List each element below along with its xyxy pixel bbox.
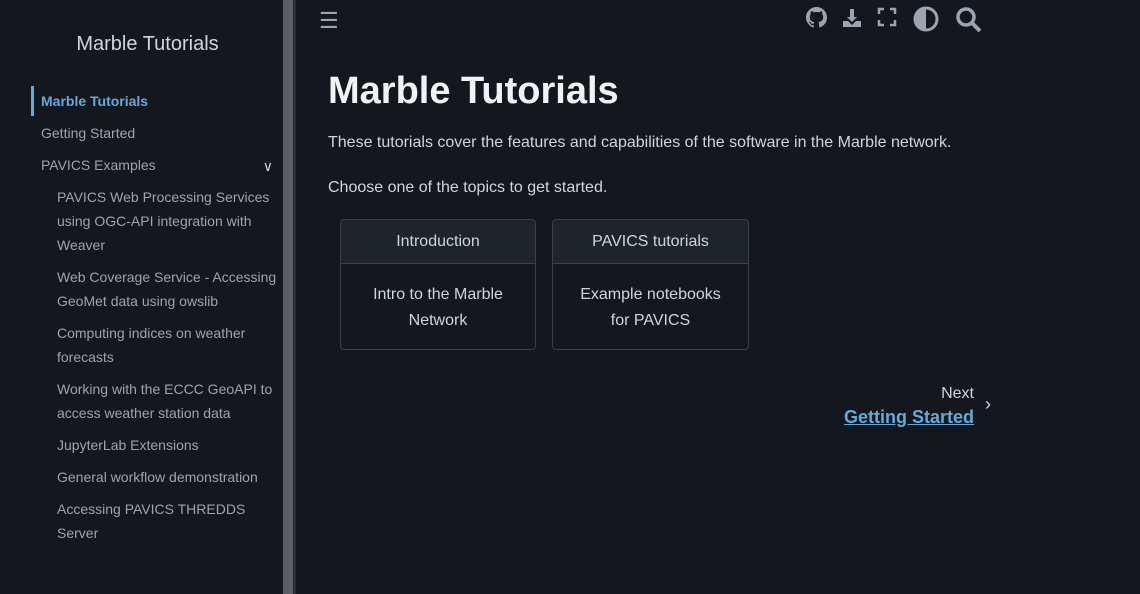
sidebar-nav: Marble Tutorials Getting Started PAVICS …	[31, 86, 283, 553]
card-body: Example notebooks for PAVICS	[580, 286, 721, 329]
search-icon[interactable]	[955, 6, 982, 33]
chevron-right-icon[interactable]: ›	[985, 394, 991, 415]
next-link[interactable]: Getting Started	[844, 407, 974, 428]
card-body: Intro to the Marble Network	[373, 286, 503, 329]
github-icon[interactable]	[806, 7, 827, 28]
theme-toggle-icon[interactable]	[913, 6, 939, 32]
chevron-down-icon[interactable]: ∨	[263, 154, 273, 178]
sidebar-title[interactable]: Marble Tutorials	[0, 33, 295, 56]
card-introduction[interactable]: Introduction Intro to the Marble Network	[340, 219, 536, 350]
card-header: PAVICS tutorials	[553, 220, 748, 264]
sidebar-subitem[interactable]: General workflow demonstration	[31, 465, 283, 489]
fullscreen-icon[interactable]	[877, 7, 897, 27]
sidebar-item-marble-tutorials[interactable]: Marble Tutorials	[31, 86, 283, 116]
sidebar: Marble Tutorials Marble Tutorials Gettin…	[0, 0, 283, 594]
sidebar-subitem[interactable]: Web Coverage Service - Accessing GeoMet …	[31, 265, 283, 313]
intro-text: These tutorials cover the features and c…	[328, 134, 952, 151]
card-header: Introduction	[341, 220, 535, 264]
download-icon[interactable]	[841, 7, 863, 29]
next-label: Next	[941, 385, 974, 402]
card-pavics-tutorials[interactable]: PAVICS tutorials Example notebooks for P…	[552, 219, 749, 350]
choose-text: Choose one of the topics to get started.	[328, 179, 608, 196]
sidebar-subitem[interactable]: Working with the ECCC GeoAPI to access w…	[31, 377, 283, 425]
sidebar-subitem[interactable]: JupyterLab Extensions	[31, 433, 283, 457]
sidebar-divider	[293, 0, 296, 594]
page-title: Marble Tutorials	[328, 70, 619, 112]
sidebar-item-getting-started[interactable]: Getting Started	[31, 121, 283, 145]
sidebar-item-label: PAVICS Examples	[41, 157, 156, 173]
sidebar-subitem[interactable]: Accessing PAVICS THREDDS Server	[31, 497, 283, 545]
menu-icon[interactable]: ☰	[319, 8, 339, 34]
sidebar-subitem[interactable]: PAVICS Web Processing Services using OGC…	[31, 185, 283, 257]
sidebar-item-pavics-examples[interactable]: PAVICS Examples ∨	[31, 153, 283, 177]
sidebar-subitem[interactable]: Computing indices on weather forecasts	[31, 321, 283, 369]
sidebar-scrollbar[interactable]	[283, 0, 293, 594]
